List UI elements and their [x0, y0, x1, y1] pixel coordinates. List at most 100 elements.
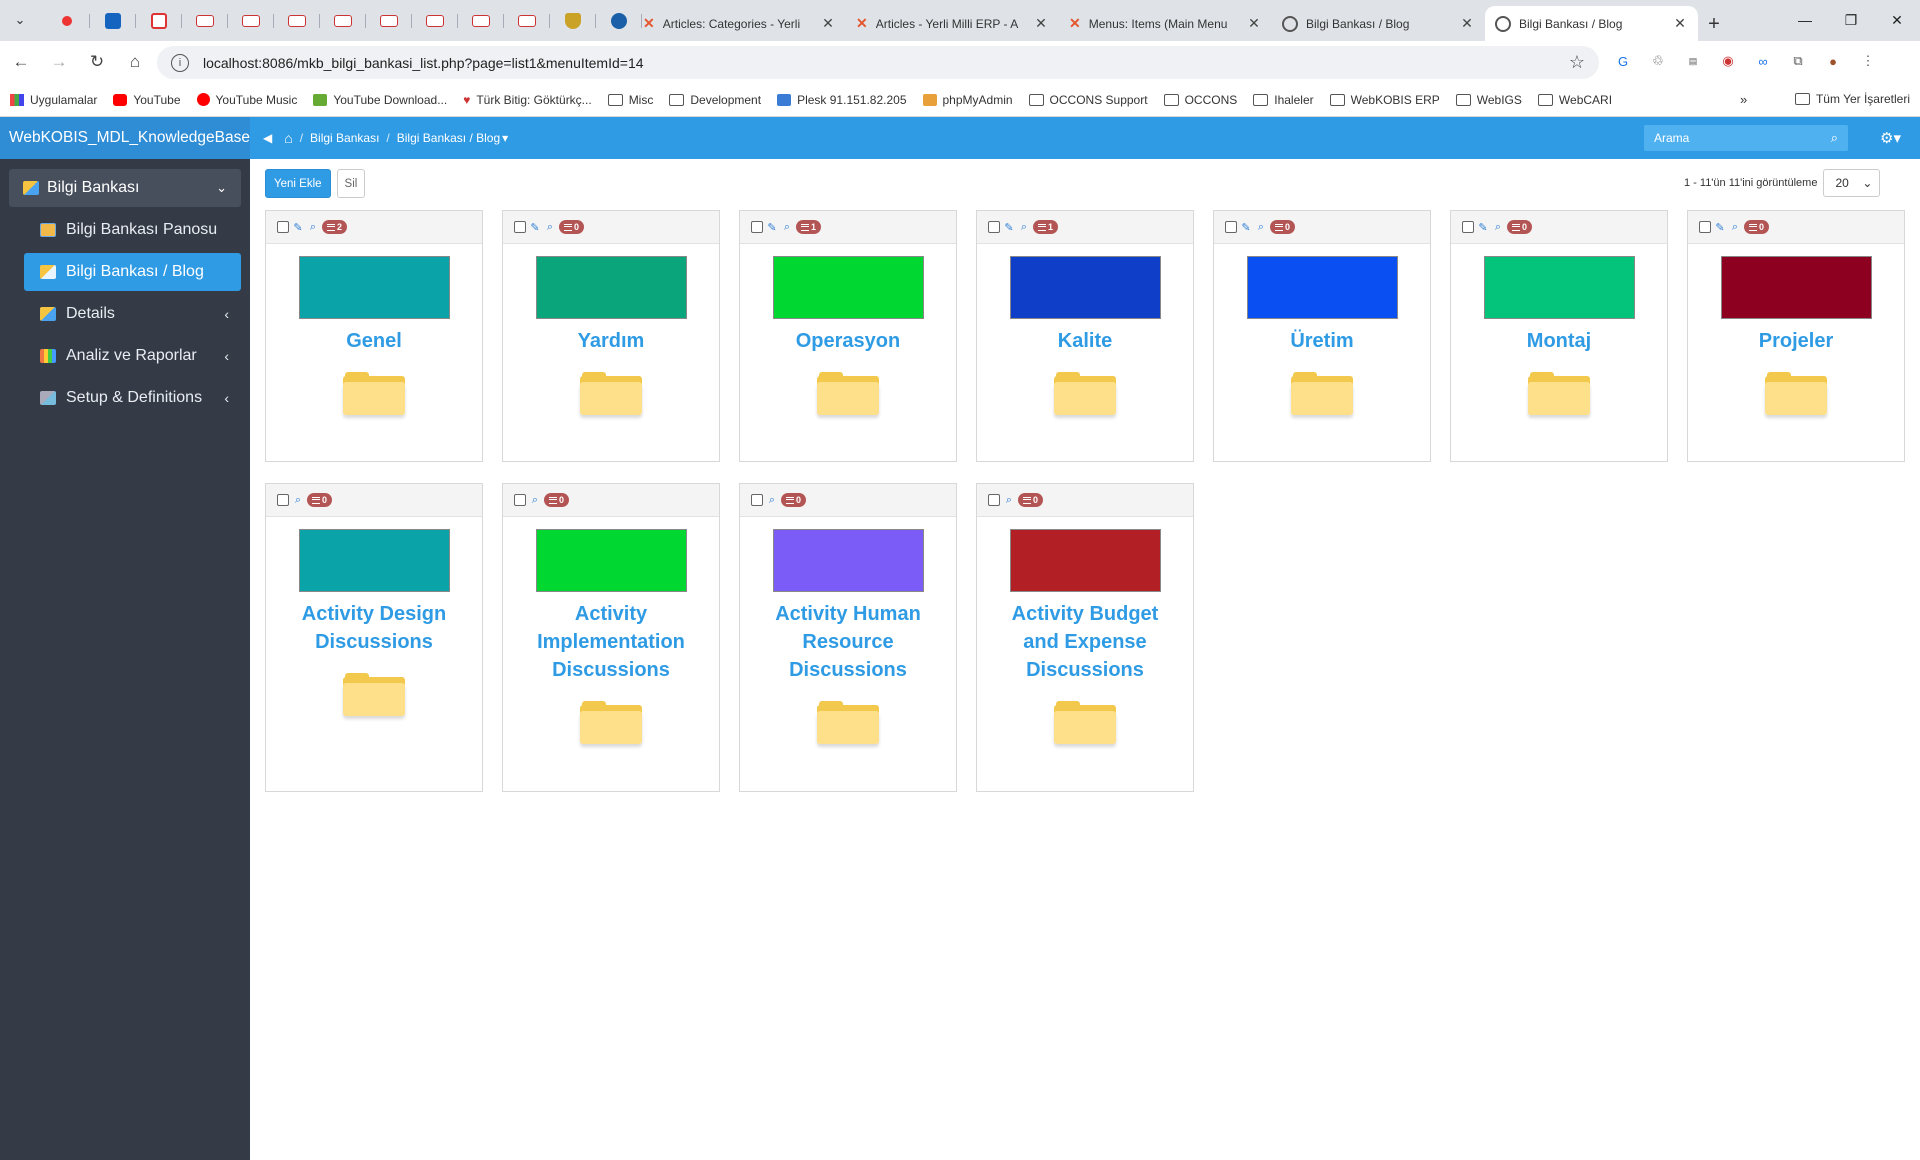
- search-icon[interactable]: ⌕: [529, 494, 541, 507]
- close-tab-icon[interactable]: ✕: [1033, 15, 1049, 32]
- select-checkbox[interactable]: [1225, 221, 1237, 233]
- category-title[interactable]: Activity Design Discussions: [289, 600, 459, 656]
- bookmark-star-icon[interactable]: ☆: [1569, 52, 1585, 73]
- pencil-icon[interactable]: ✎: [1240, 221, 1252, 234]
- breadcrumb-item[interactable]: Bilgi Bankası: [310, 131, 379, 145]
- browser-tab[interactable]: Bilgi Bankası / Blog ✕: [1272, 6, 1485, 41]
- select-checkbox[interactable]: [1699, 221, 1711, 233]
- category-color-swatch[interactable]: [1720, 256, 1872, 319]
- category-title[interactable]: Operasyon: [740, 327, 956, 355]
- pencil-icon[interactable]: ✎: [1714, 221, 1726, 234]
- category-color-swatch[interactable]: [1246, 256, 1398, 319]
- count-badge[interactable]: 0: [307, 493, 333, 507]
- select-checkbox[interactable]: [277, 494, 289, 506]
- folder-icon[interactable]: [343, 673, 405, 717]
- category-color-swatch[interactable]: [298, 256, 450, 319]
- category-color-swatch[interactable]: [298, 529, 450, 592]
- pinned-tab[interactable]: [458, 9, 504, 33]
- category-card[interactable]: ✎ ⌕ 0 Montaj: [1450, 210, 1668, 462]
- category-card[interactable]: ✎ ⌕ 0 Yardım: [502, 210, 720, 462]
- category-title[interactable]: Yardım: [503, 327, 719, 355]
- pinned-tab[interactable]: [90, 9, 136, 33]
- folder-icon[interactable]: [1291, 372, 1353, 416]
- sidebar-item-panosu[interactable]: Bilgi Bankası Panosu: [24, 211, 241, 249]
- home-icon[interactable]: ⌂: [284, 130, 292, 146]
- infinity-icon[interactable]: ∞: [1752, 50, 1774, 72]
- bookmark-folder[interactable]: WebCARI: [1537, 93, 1612, 107]
- select-checkbox[interactable]: [751, 494, 763, 506]
- count-badge[interactable]: 0: [781, 493, 807, 507]
- pencil-icon[interactable]: ✎: [292, 221, 304, 234]
- select-checkbox[interactable]: [751, 221, 763, 233]
- category-title[interactable]: Üretim: [1214, 327, 1430, 355]
- color-picker-icon[interactable]: ◉: [1717, 50, 1739, 72]
- folder-icon[interactable]: [343, 372, 405, 416]
- pencil-icon[interactable]: ✎: [1003, 221, 1015, 234]
- sidebar-item-analiz[interactable]: Analiz ve Raporlar ‹: [24, 337, 241, 375]
- close-tab-icon[interactable]: ✕: [820, 15, 836, 32]
- close-tab-icon[interactable]: ✕: [1672, 15, 1688, 32]
- search-input[interactable]: Arama ⌕: [1644, 125, 1848, 151]
- pinned-tab[interactable]: [366, 9, 412, 33]
- count-badge[interactable]: 0: [544, 493, 570, 507]
- count-badge[interactable]: 2: [322, 220, 348, 234]
- all-bookmarks[interactable]: Tüm Yer İşaretleri: [1794, 92, 1910, 106]
- pinned-tab[interactable]: [274, 9, 320, 33]
- bookmark-folder[interactable]: Misc: [607, 93, 653, 107]
- select-checkbox[interactable]: [514, 494, 526, 506]
- bookmark-youtube-music[interactable]: YouTube Music: [196, 93, 297, 107]
- browser-tab[interactable]: ✕ Articles: Categories - Yerli ✕: [633, 6, 846, 41]
- pinned-tab[interactable]: [550, 9, 596, 33]
- browser-tab[interactable]: ✕ Articles - Yerli Milli ERP - A ✕: [846, 6, 1059, 41]
- folder-icon[interactable]: [580, 701, 642, 745]
- category-color-swatch[interactable]: [535, 529, 687, 592]
- category-card[interactable]: ✎ ⌕ 0 Projeler: [1687, 210, 1905, 462]
- search-icon[interactable]: ⌕: [781, 221, 793, 234]
- html-tools-icon[interactable]: ▤: [1682, 50, 1704, 72]
- category-color-swatch[interactable]: [1009, 529, 1161, 592]
- select-checkbox[interactable]: [988, 221, 1000, 233]
- count-badge[interactable]: 1: [1033, 220, 1059, 234]
- category-title[interactable]: Kalite: [977, 327, 1193, 355]
- translate-icon[interactable]: G: [1612, 50, 1634, 72]
- search-icon[interactable]: ⌕: [292, 494, 304, 507]
- count-badge[interactable]: 0: [1507, 220, 1533, 234]
- category-color-swatch[interactable]: [772, 529, 924, 592]
- pencil-icon[interactable]: ✎: [529, 221, 541, 234]
- bookmark-youtube-download[interactable]: YouTube Download...: [313, 93, 447, 107]
- close-tab-icon[interactable]: ✕: [1459, 15, 1475, 32]
- category-card[interactable]: ✎ ⌕ 0 Üretim: [1213, 210, 1431, 462]
- bookmark-youtube[interactable]: YouTube: [113, 93, 181, 107]
- category-card[interactable]: ✎ ⌕ 1 Operasyon: [739, 210, 957, 462]
- home-icon[interactable]: ⌂: [118, 45, 152, 79]
- search-icon[interactable]: ⌕: [1831, 130, 1838, 146]
- select-checkbox[interactable]: [277, 221, 289, 233]
- browser-tab-active[interactable]: Bilgi Bankası / Blog ✕: [1485, 6, 1698, 41]
- app-brand[interactable]: WebKOBIS_MDL_KnowledgeBase: [0, 117, 250, 159]
- folder-icon[interactable]: [1054, 372, 1116, 416]
- count-badge[interactable]: 0: [1744, 220, 1770, 234]
- bookmarks-overflow-button[interactable]: »: [1740, 92, 1747, 107]
- page-size-select[interactable]: 20 ⌄: [1823, 169, 1881, 197]
- caret-down-icon[interactable]: ▾: [502, 131, 508, 145]
- site-info-icon[interactable]: i: [171, 53, 189, 72]
- count-badge[interactable]: 0: [1270, 220, 1296, 234]
- bookmark-plesk[interactable]: Plesk 91.151.82.205: [777, 93, 907, 107]
- category-card[interactable]: ⌕ 0 Activity Design Discussions: [265, 483, 483, 792]
- recycle-icon[interactable]: ♲: [1647, 50, 1669, 72]
- search-icon[interactable]: ⌕: [544, 221, 556, 234]
- count-badge[interactable]: 0: [1018, 493, 1044, 507]
- category-title[interactable]: Montaj: [1451, 327, 1667, 355]
- folder-icon[interactable]: [1528, 372, 1590, 416]
- folder-icon[interactable]: [817, 701, 879, 745]
- close-tab-icon[interactable]: ✕: [1246, 15, 1262, 32]
- count-badge[interactable]: 0: [559, 220, 585, 234]
- restore-icon[interactable]: ❐: [1828, 0, 1874, 40]
- pinned-tab[interactable]: [182, 9, 228, 33]
- search-icon[interactable]: ⌕: [1492, 221, 1504, 234]
- bookmark-folder[interactable]: OCCONS: [1163, 93, 1237, 107]
- minimize-icon[interactable]: —: [1782, 0, 1828, 40]
- select-checkbox[interactable]: [988, 494, 1000, 506]
- category-card[interactable]: ⌕ 0 Activity Implementation Discussions: [502, 483, 720, 792]
- pinned-tab[interactable]: [136, 9, 182, 33]
